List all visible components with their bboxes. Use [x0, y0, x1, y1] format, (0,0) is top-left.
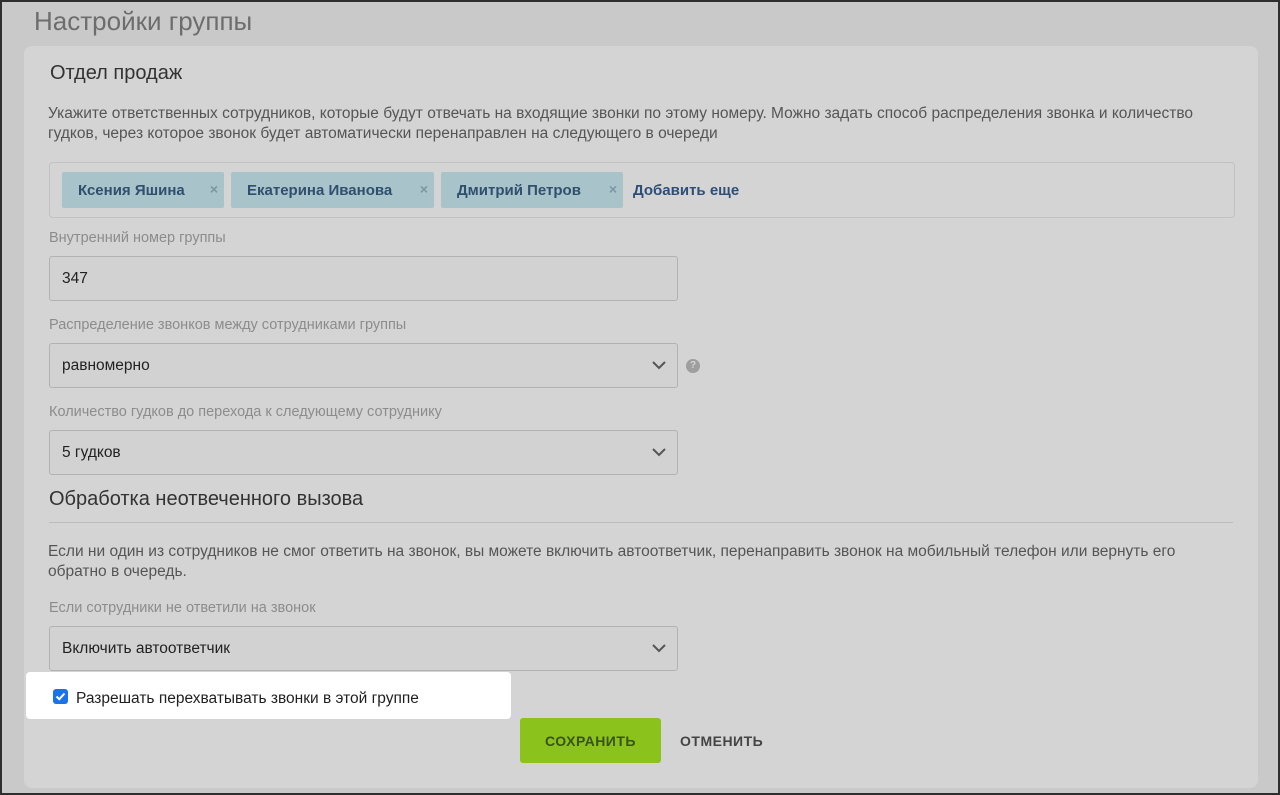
unanswered-action-label: Если сотрудники не ответили на звонок — [49, 600, 316, 616]
unanswered-heading: Обработка неотвеченного вызова — [49, 488, 364, 510]
group-name-heading: Отдел продаж — [50, 62, 183, 84]
page-title: Настройки группы — [34, 6, 253, 36]
distribution-select-value: равномерно — [62, 356, 150, 374]
rings-select[interactable]: 5 гудков — [49, 430, 678, 475]
employee-tag-label: Екатерина Иванова — [247, 181, 393, 199]
unanswered-action-select[interactable]: Включить автоответчик — [49, 626, 678, 671]
unanswered-action-value: Включить автоответчик — [62, 639, 231, 657]
intercept-label[interactable]: Разрешать перехватывать звонки в этой гр… — [76, 690, 419, 708]
add-employee-link[interactable]: Добавить еще — [633, 182, 739, 199]
chevron-down-icon — [652, 361, 666, 370]
save-button[interactable]: СОХРАНИТЬ — [520, 718, 661, 763]
chevron-down-icon — [652, 448, 666, 457]
employee-tag: Екатерина Иванова × — [231, 172, 434, 208]
employee-tag-label: Ксения Яшина — [78, 181, 185, 199]
intercept-checkbox[interactable] — [53, 689, 68, 704]
section-divider — [49, 522, 1233, 523]
check-icon — [55, 692, 66, 701]
employee-tag: Ксения Яшина × — [62, 172, 224, 208]
internal-number-input[interactable]: 347 — [49, 256, 678, 301]
remove-icon[interactable]: × — [420, 181, 428, 197]
employee-tag-label: Дмитрий Петров — [457, 181, 581, 199]
rings-label: Количество гудков до перехода к следующе… — [49, 404, 442, 420]
group-description: Укажите ответственных сотрудников, котор… — [48, 105, 1194, 142]
internal-number-label: Внутренний номер группы — [49, 230, 226, 246]
cancel-button[interactable]: ОТМЕНИТЬ — [680, 733, 763, 749]
distribution-select[interactable]: равномерно — [49, 343, 678, 388]
remove-icon[interactable]: × — [609, 181, 617, 197]
help-icon[interactable]: ? — [686, 359, 700, 373]
unanswered-description: Если ни один из сотрудников не смог отве… — [48, 543, 1176, 580]
chevron-down-icon — [652, 644, 666, 653]
distribution-label: Распределение звонков между сотрудниками… — [49, 317, 407, 333]
rings-select-value: 5 гудков — [62, 443, 121, 461]
employee-tag: Дмитрий Петров × — [441, 172, 623, 208]
remove-icon[interactable]: × — [210, 181, 218, 197]
